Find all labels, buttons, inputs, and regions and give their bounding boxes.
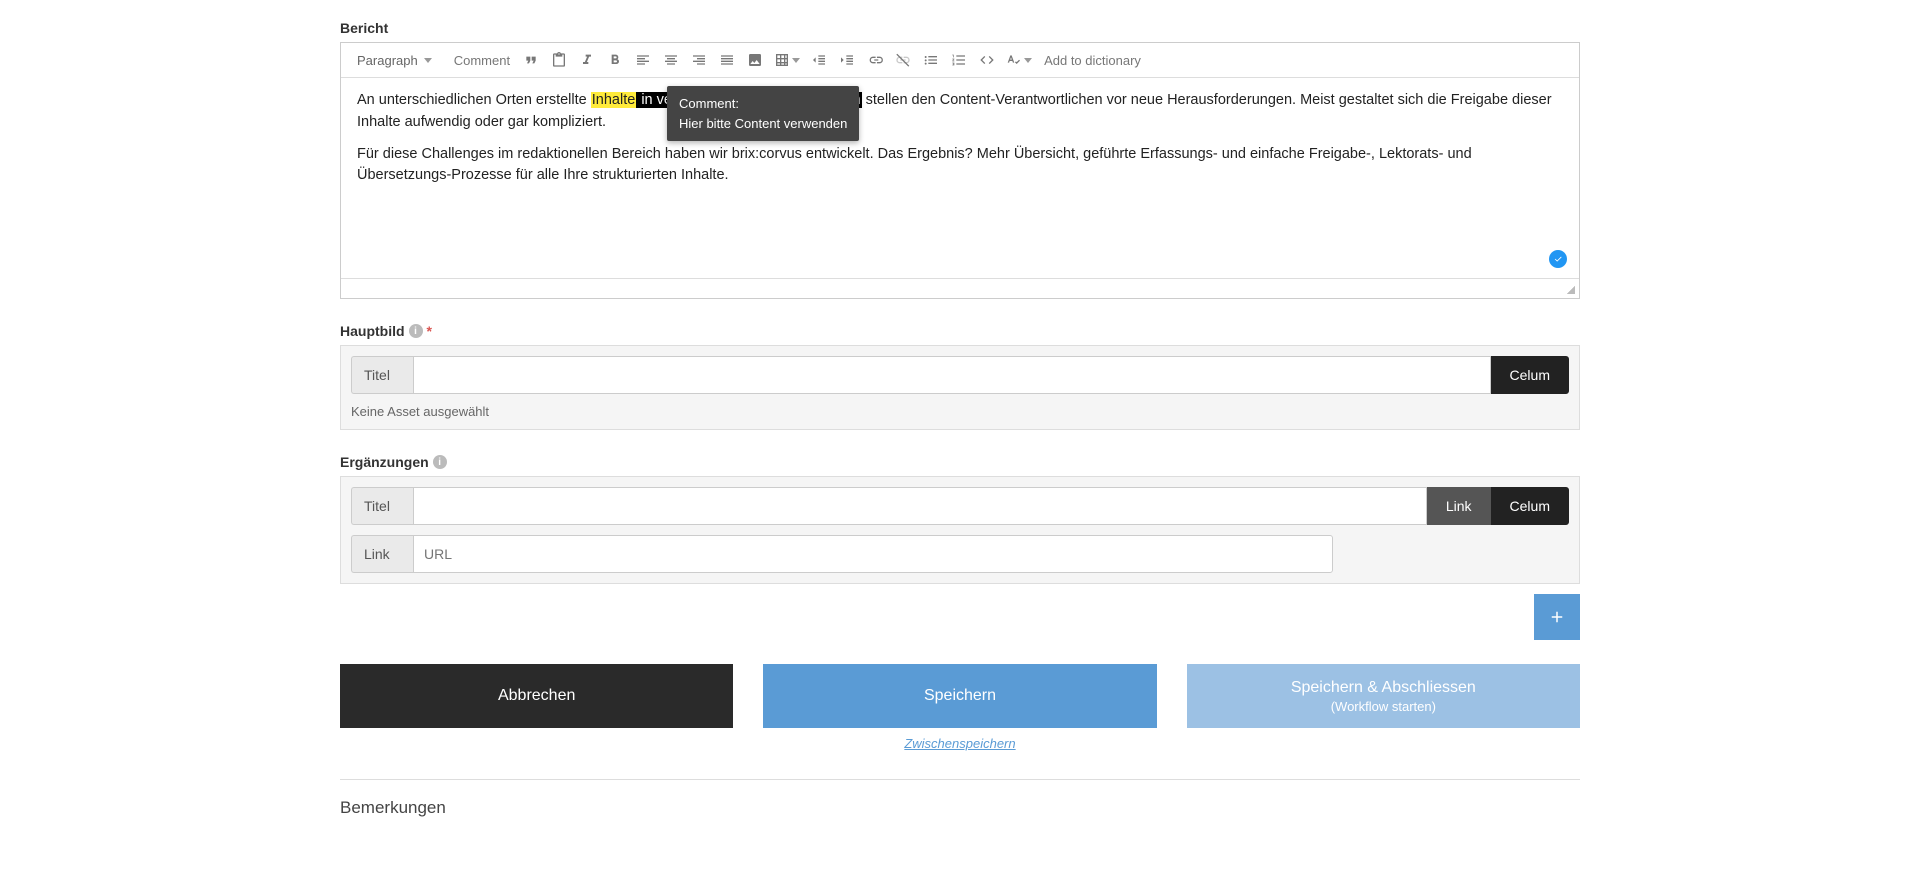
action-buttons: Abbrechen Speichern Zwischenspeichern Sp…: [340, 664, 1580, 751]
celum-tab-button[interactable]: Celum: [1491, 487, 1569, 525]
editor-content[interactable]: An unterschiedlichen Orten erstellte Inh…: [341, 78, 1579, 278]
erganz-titel-input[interactable]: [413, 487, 1427, 525]
align-right-icon[interactable]: [686, 47, 712, 73]
erganzungen-panel: Titel Link Celum Link: [340, 476, 1580, 584]
cancel-button[interactable]: Abbrechen: [340, 664, 733, 728]
add-button[interactable]: [1534, 594, 1580, 640]
bericht-label: Bericht: [340, 20, 1580, 36]
titel-addon: Titel: [351, 356, 413, 394]
code-icon[interactable]: [974, 47, 1000, 73]
tooltip-body: Hier bitte Content verwenden: [679, 114, 847, 134]
link-tab-button[interactable]: Link: [1427, 487, 1491, 525]
unlink-icon[interactable]: [890, 47, 916, 73]
save-finish-button[interactable]: Speichern & Abschliessen (Workflow start…: [1187, 664, 1580, 728]
finish-sublabel: (Workflow starten): [1331, 699, 1436, 714]
comment-button[interactable]: Comment: [448, 49, 516, 72]
bemerkungen-heading: Bemerkungen: [340, 798, 1580, 818]
editor-toolbar: Paragraph Comment Add to dictionary: [341, 43, 1579, 78]
erganz-url-input[interactable]: [413, 535, 1333, 573]
autosave-link[interactable]: Zwischenspeichern: [904, 736, 1015, 751]
bullet-list-icon[interactable]: [918, 47, 944, 73]
info-icon: i: [433, 455, 447, 469]
indent-icon[interactable]: [834, 47, 860, 73]
tooltip-title: Comment:: [679, 94, 847, 114]
rich-text-editor: Paragraph Comment Add to dictionary: [340, 42, 1580, 299]
divider: [340, 779, 1580, 780]
paste-icon[interactable]: [546, 47, 572, 73]
finish-label: Speichern & Abschliessen: [1291, 679, 1476, 697]
italic-icon[interactable]: [574, 47, 600, 73]
save-button[interactable]: Speichern: [763, 664, 1156, 728]
hauptbild-panel: Titel Celum Keine Asset ausgewählt: [340, 345, 1580, 430]
highlighted-text: Inhalte: [591, 92, 637, 108]
required-marker: *: [427, 323, 432, 339]
link-addon: Link: [351, 535, 413, 573]
align-center-icon[interactable]: [658, 47, 684, 73]
info-icon: i: [409, 324, 423, 338]
paragraph-select[interactable]: Paragraph: [349, 49, 440, 72]
spellcheck-icon[interactable]: [1002, 47, 1036, 73]
text: Für diese Challenges im redaktionellen B…: [357, 144, 1563, 188]
editor-resize-handle[interactable]: [341, 278, 1579, 298]
add-dictionary-button[interactable]: Add to dictionary: [1038, 49, 1147, 72]
paragraph-select-label: Paragraph: [357, 53, 418, 68]
erganzungen-label: Ergänzungen i: [340, 454, 1580, 470]
table-icon[interactable]: [770, 47, 804, 73]
check-badge-icon: [1549, 250, 1567, 268]
numbered-list-icon[interactable]: [946, 47, 972, 73]
align-left-icon[interactable]: [630, 47, 656, 73]
comment-tooltip: Comment: Hier bitte Content verwenden: [667, 86, 859, 141]
bold-icon[interactable]: [602, 47, 628, 73]
image-icon[interactable]: [742, 47, 768, 73]
text: An unterschiedlichen Orten erstellte: [357, 92, 591, 108]
align-justify-icon[interactable]: [714, 47, 740, 73]
plus-icon: [1548, 608, 1566, 626]
titel-addon: Titel: [351, 487, 413, 525]
hauptbild-label: Hauptbild i*: [340, 323, 1580, 339]
chevron-down-icon: [424, 58, 432, 63]
no-asset-message: Keine Asset ausgewählt: [351, 404, 1569, 419]
outdent-icon[interactable]: [806, 47, 832, 73]
hauptbild-titel-input[interactable]: [413, 356, 1491, 394]
quote-icon[interactable]: [518, 47, 544, 73]
link-icon[interactable]: [862, 47, 888, 73]
celum-button[interactable]: Celum: [1491, 356, 1569, 394]
